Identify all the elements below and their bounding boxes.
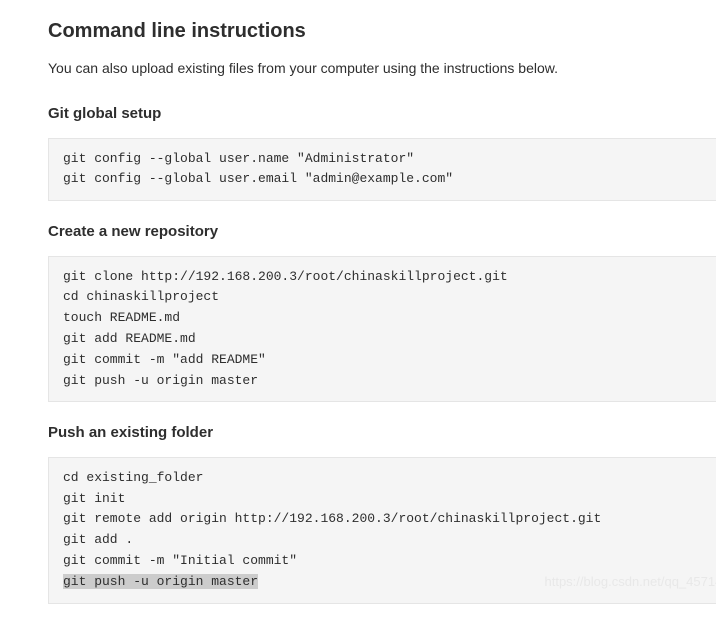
code-line: git remote add origin http://192.168.200… (63, 511, 601, 526)
section-heading-new-repo: Create a new repository (48, 221, 716, 244)
code-line-highlighted: git push -u origin master (63, 574, 258, 589)
code-line: git push -u origin master (63, 373, 258, 388)
code-line: git clone http://192.168.200.3/root/chin… (63, 269, 508, 284)
section-heading-existing-folder: Push an existing folder (48, 422, 716, 445)
code-line: git add README.md (63, 331, 196, 346)
code-line: git config --global user.name "Administr… (63, 151, 414, 166)
section-heading-global-setup: Git global setup (48, 103, 716, 126)
code-line: git commit -m "Initial commit" (63, 553, 297, 568)
code-line: git config --global user.email "admin@ex… (63, 171, 453, 186)
code-block-global-setup: git config --global user.name "Administr… (48, 138, 716, 202)
code-line: cd existing_folder (63, 470, 203, 485)
page-title: Command line instructions (48, 16, 716, 46)
code-line: git init (63, 491, 125, 506)
code-line: touch README.md (63, 310, 180, 325)
code-line: cd chinaskillproject (63, 289, 219, 304)
code-block-new-repo: git clone http://192.168.200.3/root/chin… (48, 256, 716, 403)
intro-text: You can also upload existing files from … (48, 58, 716, 79)
code-block-existing-folder: cd existing_folder git init git remote a… (48, 457, 716, 604)
code-line: git add . (63, 532, 133, 547)
code-line: git commit -m "add README" (63, 352, 266, 367)
